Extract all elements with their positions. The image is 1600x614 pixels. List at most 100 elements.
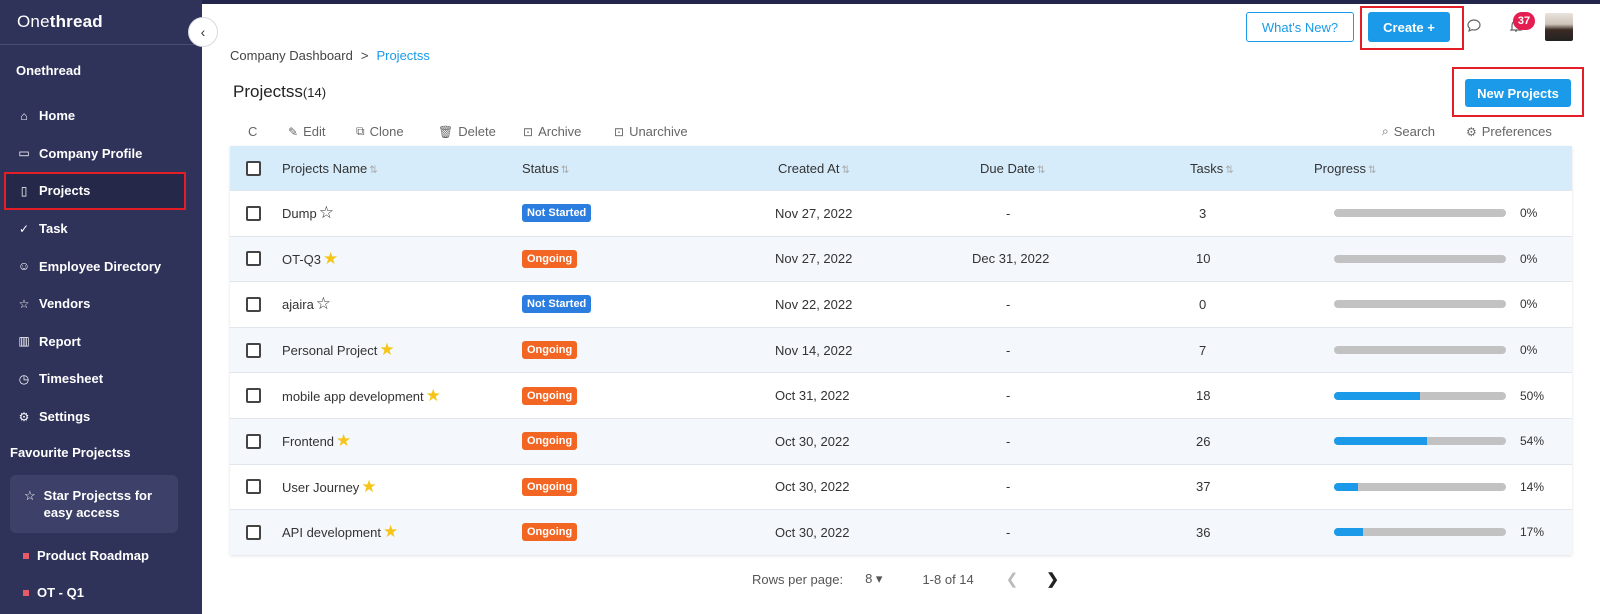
table-row[interactable]: User Journey ★ Ongoing Oct 30, 2022 - 37 14% (230, 463, 1572, 510)
delete-button[interactable]: 🗑︎ Delete (438, 124, 496, 139)
collapse-sidebar-button[interactable]: ‹ (188, 17, 218, 47)
next-page-button[interactable]: ❯ (1046, 570, 1059, 588)
project-name-cell[interactable]: mobile app development ★ (282, 386, 441, 406)
project-name-cell[interactable]: Dump ☆ (282, 203, 334, 223)
created-at: Nov 27, 2022 (775, 251, 853, 267)
search-button[interactable]: ⌕ Search (1382, 124, 1435, 139)
row-checkbox[interactable] (246, 479, 261, 495)
status-cell: Not Started (522, 204, 592, 223)
table-row[interactable]: Personal Project ★ Ongoing Nov 14, 2022 - 7 0% (230, 326, 1572, 373)
row-checkbox[interactable] (246, 342, 261, 358)
header-tasks[interactable]: Tasks ⇅ (1190, 161, 1234, 176)
star-filled-icon[interactable]: ★ (383, 522, 398, 541)
header-progress[interactable]: Progress ⇅ (1314, 161, 1376, 176)
table-row[interactable]: Frontend ★ Ongoing Oct 30, 2022 - 26 54% (230, 417, 1572, 464)
header-due[interactable]: Due Date ⇅ (980, 161, 1045, 176)
table-row[interactable]: API development ★ Ongoing Oct 30, 2022 - 36 17… (230, 509, 1572, 555)
star-filled-icon[interactable]: ★ (379, 340, 394, 359)
project-name-cell[interactable]: Frontend ★ (282, 431, 351, 451)
star-filled-icon[interactable]: ★ (323, 249, 338, 268)
edit-button[interactable]: ✎ Edit (288, 124, 325, 139)
favourite-project-item[interactable]: OT - Q1 (0, 574, 202, 611)
created-at: Oct 30, 2022 (775, 433, 850, 449)
star-filled-icon[interactable]: ★ (426, 386, 441, 405)
favourite-project-label: Product Roadmap (37, 548, 149, 564)
chat-icon[interactable] (1466, 18, 1486, 38)
project-name-cell[interactable]: ajaira ☆ (282, 294, 331, 314)
new-projects-button[interactable]: New Projects (1465, 79, 1571, 107)
row-checkbox[interactable] (246, 205, 261, 221)
preferences-label: Preferences (1481, 124, 1552, 139)
sidebar-item-employee-directory[interactable]: ☺ Employee Directory (0, 247, 202, 285)
unarchive-button[interactable]: ⊡ Unarchive (614, 124, 688, 139)
row-checkbox[interactable] (246, 524, 261, 540)
create-button[interactable]: Create + (1368, 12, 1450, 42)
task-count: 36 (1196, 524, 1211, 540)
header-created[interactable]: Created At ⇅ (778, 161, 850, 176)
sidebar-item-company-profile[interactable]: ▭ Company Profile (0, 135, 202, 173)
page-title-count: (14) (302, 85, 327, 100)
brand-logo[interactable]: One thread (0, 0, 202, 45)
created-at: Nov 14, 2022 (775, 342, 853, 358)
breadcrumb-separator: > (360, 48, 369, 63)
project-name-cell[interactable]: User Journey ★ (282, 477, 377, 497)
task-count: 3 (1199, 205, 1207, 221)
sidebar-item-settings[interactable]: ⚙︎ Settings (0, 398, 202, 436)
gear-icon: ⚙︎ (1466, 124, 1477, 139)
row-checkbox[interactable] (246, 251, 261, 267)
header-status[interactable]: Status ⇅ (522, 161, 569, 176)
star-filled-icon[interactable]: ★ (336, 431, 351, 450)
task-count: 0 (1199, 296, 1207, 312)
sidebar-item-task[interactable]: ✓ Task (0, 210, 202, 248)
sidebar-item-timesheet[interactable]: ◷ Timesheet (0, 360, 202, 398)
rows-per-page-value: 8 (865, 571, 873, 586)
top-border (0, 0, 1600, 4)
clock-icon: ◷ (18, 371, 30, 386)
prev-page-button[interactable]: ❮ (1006, 570, 1019, 588)
search-icon: ⌕ (1382, 124, 1389, 138)
sidebar-item-home[interactable]: ⌂ Home (0, 97, 202, 135)
star-filled-icon[interactable]: ★ (361, 477, 376, 496)
progress-bar (1334, 482, 1506, 491)
table-row[interactable]: OT-Q3 ★ Ongoing Nov 27, 2022 Dec 31, 2022 10 0… (230, 235, 1572, 282)
refresh-button[interactable]: C (248, 124, 257, 139)
progress-percent: 54% (1520, 434, 1545, 449)
whats-new-button[interactable]: What's New? (1246, 12, 1354, 42)
table-row[interactable]: Dump ☆ Not Started Nov 27, 2022 - 3 0% (230, 190, 1572, 236)
workspace-name: Onethread (16, 63, 82, 78)
row-checkbox[interactable] (246, 296, 261, 312)
sidebar: One thread Onethread ⌂ Home ▭ Company Profil… (0, 0, 202, 614)
sidebar-item-report[interactable]: ▥ Report (0, 323, 202, 361)
table-row[interactable]: ajaira ☆ Not Started Nov 22, 2022 - 0 0% (230, 281, 1572, 327)
favourite-project-item[interactable]: Product Roadmap (0, 537, 202, 574)
project-name-cell[interactable]: API development ★ (282, 522, 398, 542)
star-outline-icon[interactable]: ☆ (316, 294, 331, 313)
sort-icon: ⇅ (1225, 164, 1234, 176)
favourite-projects-list: Product Roadmap OT - Q1 (0, 537, 202, 611)
brand-prefix: One (17, 12, 50, 31)
table-row[interactable]: mobile app development ★ Ongoing Oct 31, 20… (230, 372, 1572, 418)
sidebar-item-projects[interactable]: ▯ Projects (4, 172, 186, 210)
preferences-button[interactable]: ⚙︎ Preferences (1466, 124, 1552, 139)
user-avatar[interactable] (1545, 13, 1573, 41)
sort-icon: ⇅ (841, 164, 850, 176)
row-checkbox[interactable] (246, 388, 261, 404)
clone-button[interactable]: ⧉ Clone (356, 124, 404, 139)
project-name-cell[interactable]: Personal Project ★ (282, 340, 395, 360)
star-icon: ☆ (18, 296, 30, 311)
progress-percent: 0% (1520, 206, 1538, 221)
star-outline-icon[interactable]: ☆ (319, 203, 334, 222)
sidebar-item-label: Settings (39, 409, 91, 425)
project-name: API development (282, 525, 382, 541)
breadcrumb-root[interactable]: Company Dashboard (230, 48, 353, 63)
favourites-hint-text: Star Projectss for easy access (43, 488, 153, 521)
rows-per-page-select[interactable]: 8 ▾ (865, 571, 882, 587)
header-name[interactable]: Projects Name ⇅ (282, 161, 378, 176)
project-name-cell[interactable]: OT-Q3 ★ (282, 249, 338, 269)
notification-count-badge: 37 (1513, 12, 1535, 30)
row-checkbox[interactable] (246, 433, 261, 449)
sidebar-item-vendors[interactable]: ☆ Vendors (0, 285, 202, 323)
archive-button[interactable]: ⊡ Archive (523, 124, 581, 139)
unarchive-label: Unarchive (629, 124, 688, 139)
select-all-checkbox[interactable] (246, 160, 261, 176)
